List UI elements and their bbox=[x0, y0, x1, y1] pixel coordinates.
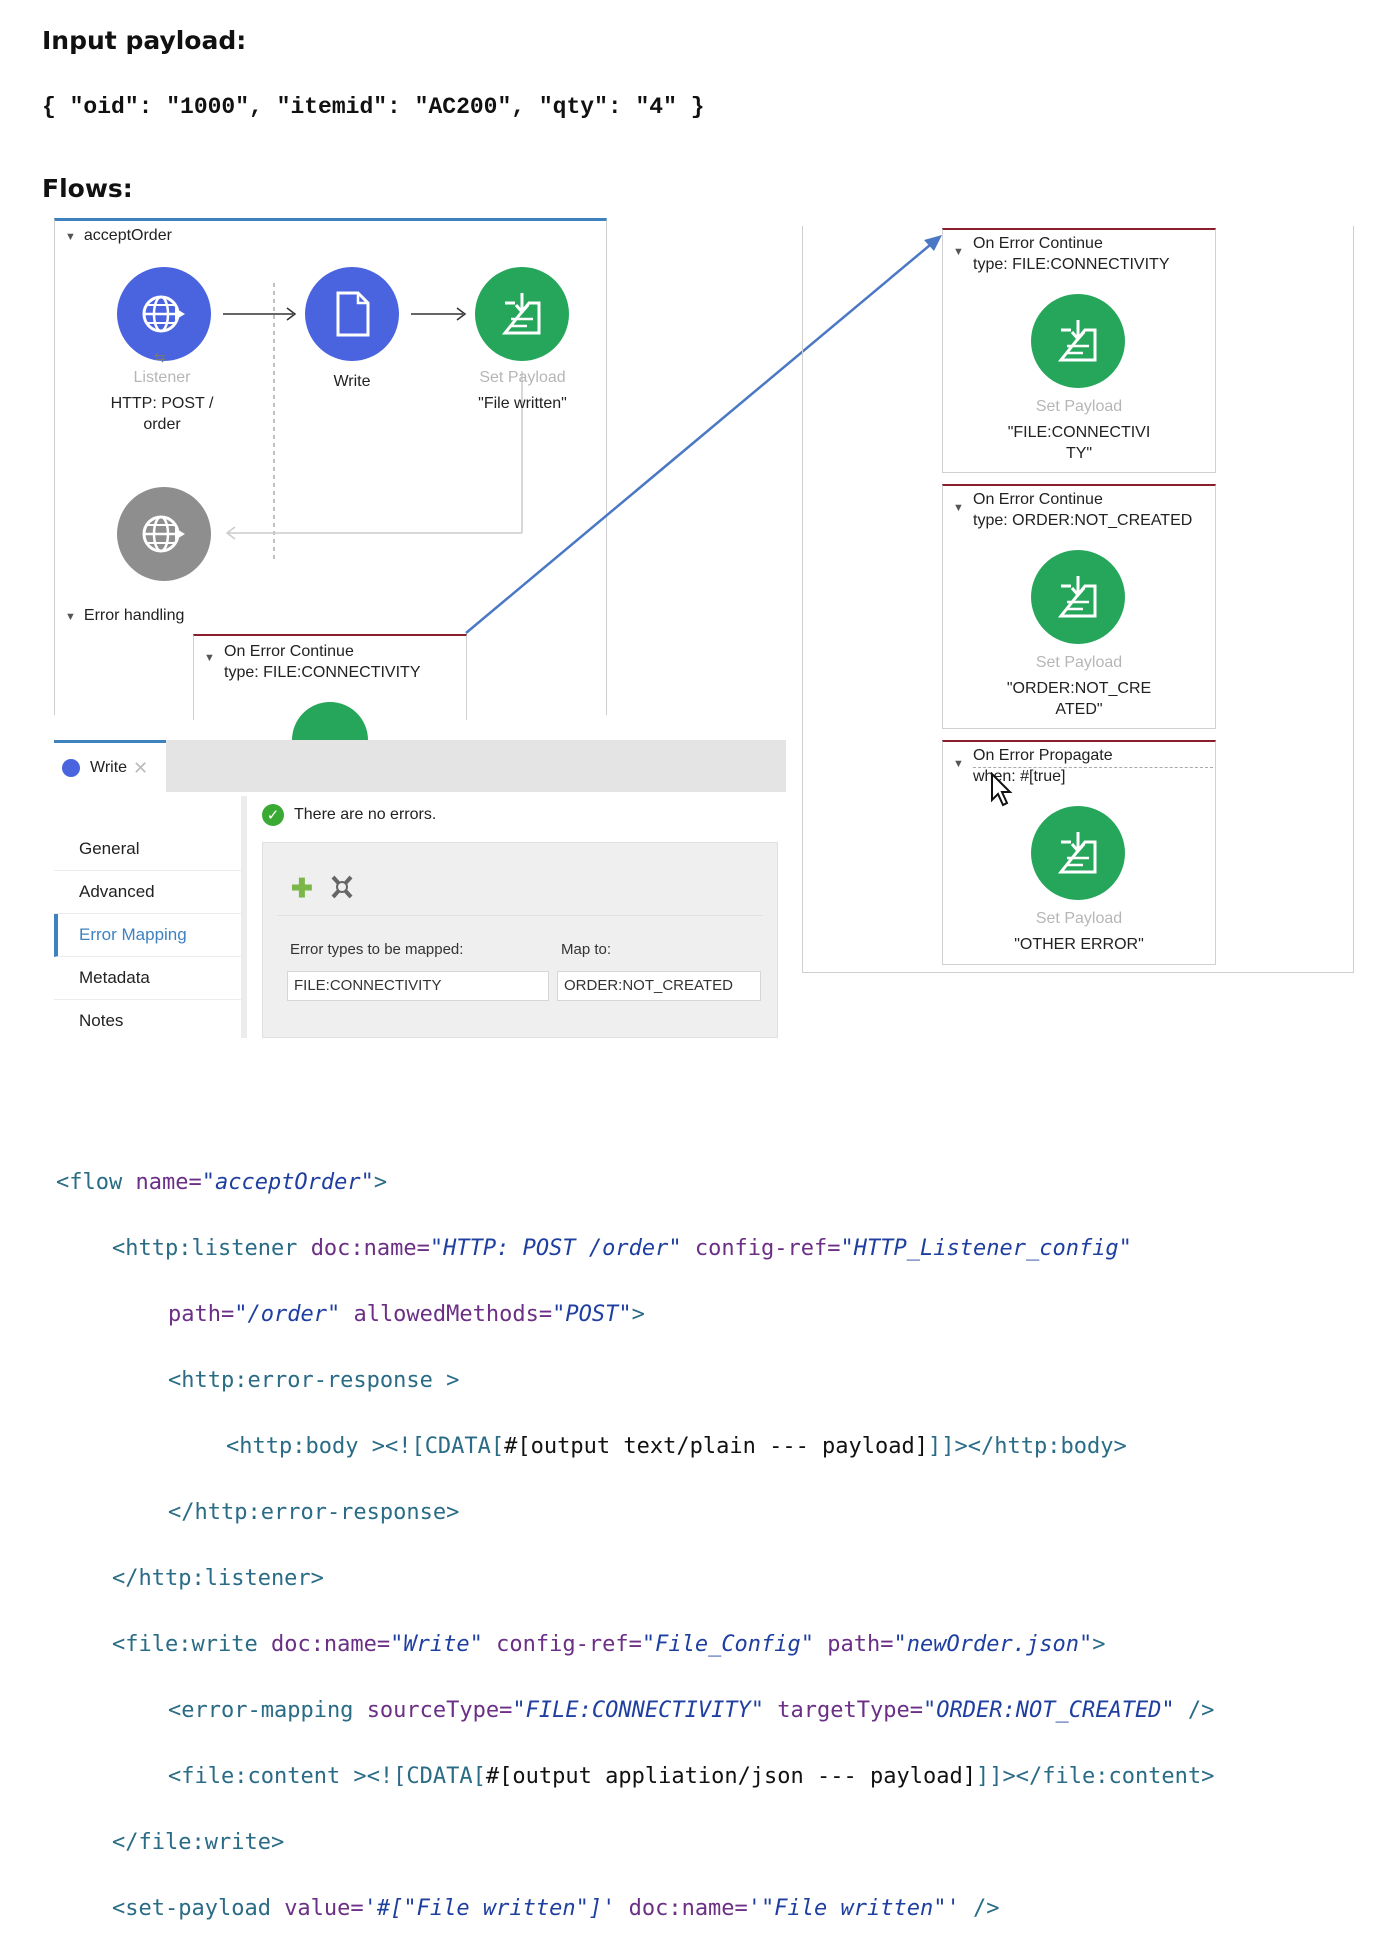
write-tab-icon bbox=[62, 759, 80, 777]
sidebar-item-metadata[interactable]: Metadata bbox=[54, 957, 241, 1000]
handler-set-payload-node[interactable] bbox=[1031, 550, 1125, 644]
handler-proc-value: "OTHER ERROR" bbox=[1014, 936, 1144, 953]
handler-title: On Error Continue type: FILE:CONNECTIVIT… bbox=[973, 235, 1170, 273]
sidebar-item-notes[interactable]: Notes bbox=[54, 1000, 241, 1042]
handler-set-payload-node[interactable] bbox=[1031, 294, 1125, 388]
handler-other-error[interactable]: ▼ On Error Propagate when: #[true] Set P… bbox=[942, 740, 1216, 965]
code-line-1: <flow name="acceptOrder"> bbox=[56, 1170, 388, 1195]
tab-write[interactable]: Write ✕ bbox=[54, 740, 166, 793]
divider bbox=[277, 915, 763, 916]
editor-splitter[interactable] bbox=[241, 796, 247, 1038]
collapse-triangle-icon[interactable]: ▼ bbox=[953, 758, 964, 770]
status-line: ✓ There are no errors. bbox=[262, 804, 436, 826]
close-icon[interactable]: ✕ bbox=[133, 758, 148, 779]
code-line-3: path="/order" allowedMethods="POST"> bbox=[168, 1302, 645, 1327]
error-types-label: Error types to be mapped: bbox=[290, 941, 464, 958]
remove-mapping-icon[interactable] bbox=[329, 873, 355, 901]
set-payload-icon bbox=[1057, 320, 1097, 362]
sidebar-item-error-mapping[interactable]: Error Mapping bbox=[54, 914, 241, 957]
mouse-cursor-icon bbox=[991, 772, 1013, 807]
error-type-field[interactable]: FILE:CONNECTIVITY bbox=[287, 971, 549, 1001]
handler-proc-type: Set Payload bbox=[1035, 398, 1123, 415]
code-line-11: </file:write> bbox=[112, 1830, 285, 1855]
code-line-12: <set-payload value='#["File written"]' d… bbox=[112, 1896, 1000, 1921]
set-payload-icon bbox=[1057, 576, 1097, 618]
handler-title: On Error Continue type: ORDER:NOT_CREATE… bbox=[973, 491, 1193, 529]
map-to-label: Map to: bbox=[561, 941, 612, 958]
handler-proc-type: Set Payload bbox=[1035, 654, 1123, 671]
collapse-triangle-icon[interactable]: ▼ bbox=[953, 246, 964, 258]
handler-set-payload-node[interactable] bbox=[1031, 806, 1125, 900]
xml-code-block: <flow name="acceptOrder"> <http:listener… bbox=[56, 1133, 1214, 1958]
collapse-triangle-icon[interactable]: ▼ bbox=[953, 502, 964, 514]
add-mapping-icon[interactable]: ✚ bbox=[291, 873, 313, 904]
code-line-10: <file:content ><![CDATA[#[output appliat… bbox=[168, 1764, 1215, 1789]
code-line-8: <file:write doc:name="Write" config-ref=… bbox=[112, 1632, 1106, 1657]
code-line-5: <http:body ><![CDATA[#[output text/plain… bbox=[226, 1434, 1127, 1459]
code-line-6: </http:error-response> bbox=[168, 1500, 460, 1525]
sidebar-item-advanced[interactable]: Advanced bbox=[54, 871, 241, 914]
editor-sidebar: General Advanced Error Mapping Metadata … bbox=[54, 828, 241, 1042]
error-mapping-panel: ✚ Error types to be mapped: Map to: FILE… bbox=[262, 842, 778, 1038]
handler-order-not-created[interactable]: ▼ On Error Continue type: ORDER:NOT_CREA… bbox=[942, 484, 1216, 729]
code-line-7: </http:listener> bbox=[112, 1566, 324, 1591]
dashed-divider bbox=[973, 767, 1213, 768]
handler-proc-value: "FILE:CONNECTIVI TY" bbox=[1007, 424, 1151, 462]
handler-file-connectivity[interactable]: ▼ On Error Continue type: FILE:CONNECTIV… bbox=[942, 228, 1216, 473]
sidebar-item-general[interactable]: General bbox=[54, 828, 241, 871]
handler-proc-value: "ORDER:NOT_CRE ATED" bbox=[1006, 680, 1152, 718]
set-payload-icon bbox=[1057, 832, 1097, 874]
handler-proc-type: Set Payload bbox=[1035, 910, 1123, 927]
code-line-2: <http:listener doc:name="HTTP: POST /ord… bbox=[112, 1236, 1132, 1261]
code-line-4: <http:error-response > bbox=[168, 1368, 460, 1393]
code-line-9: <error-mapping sourceType="FILE:CONNECTI… bbox=[168, 1698, 1215, 1723]
map-to-field[interactable]: ORDER:NOT_CREATED bbox=[557, 971, 761, 1001]
success-check-icon: ✓ bbox=[262, 804, 284, 826]
